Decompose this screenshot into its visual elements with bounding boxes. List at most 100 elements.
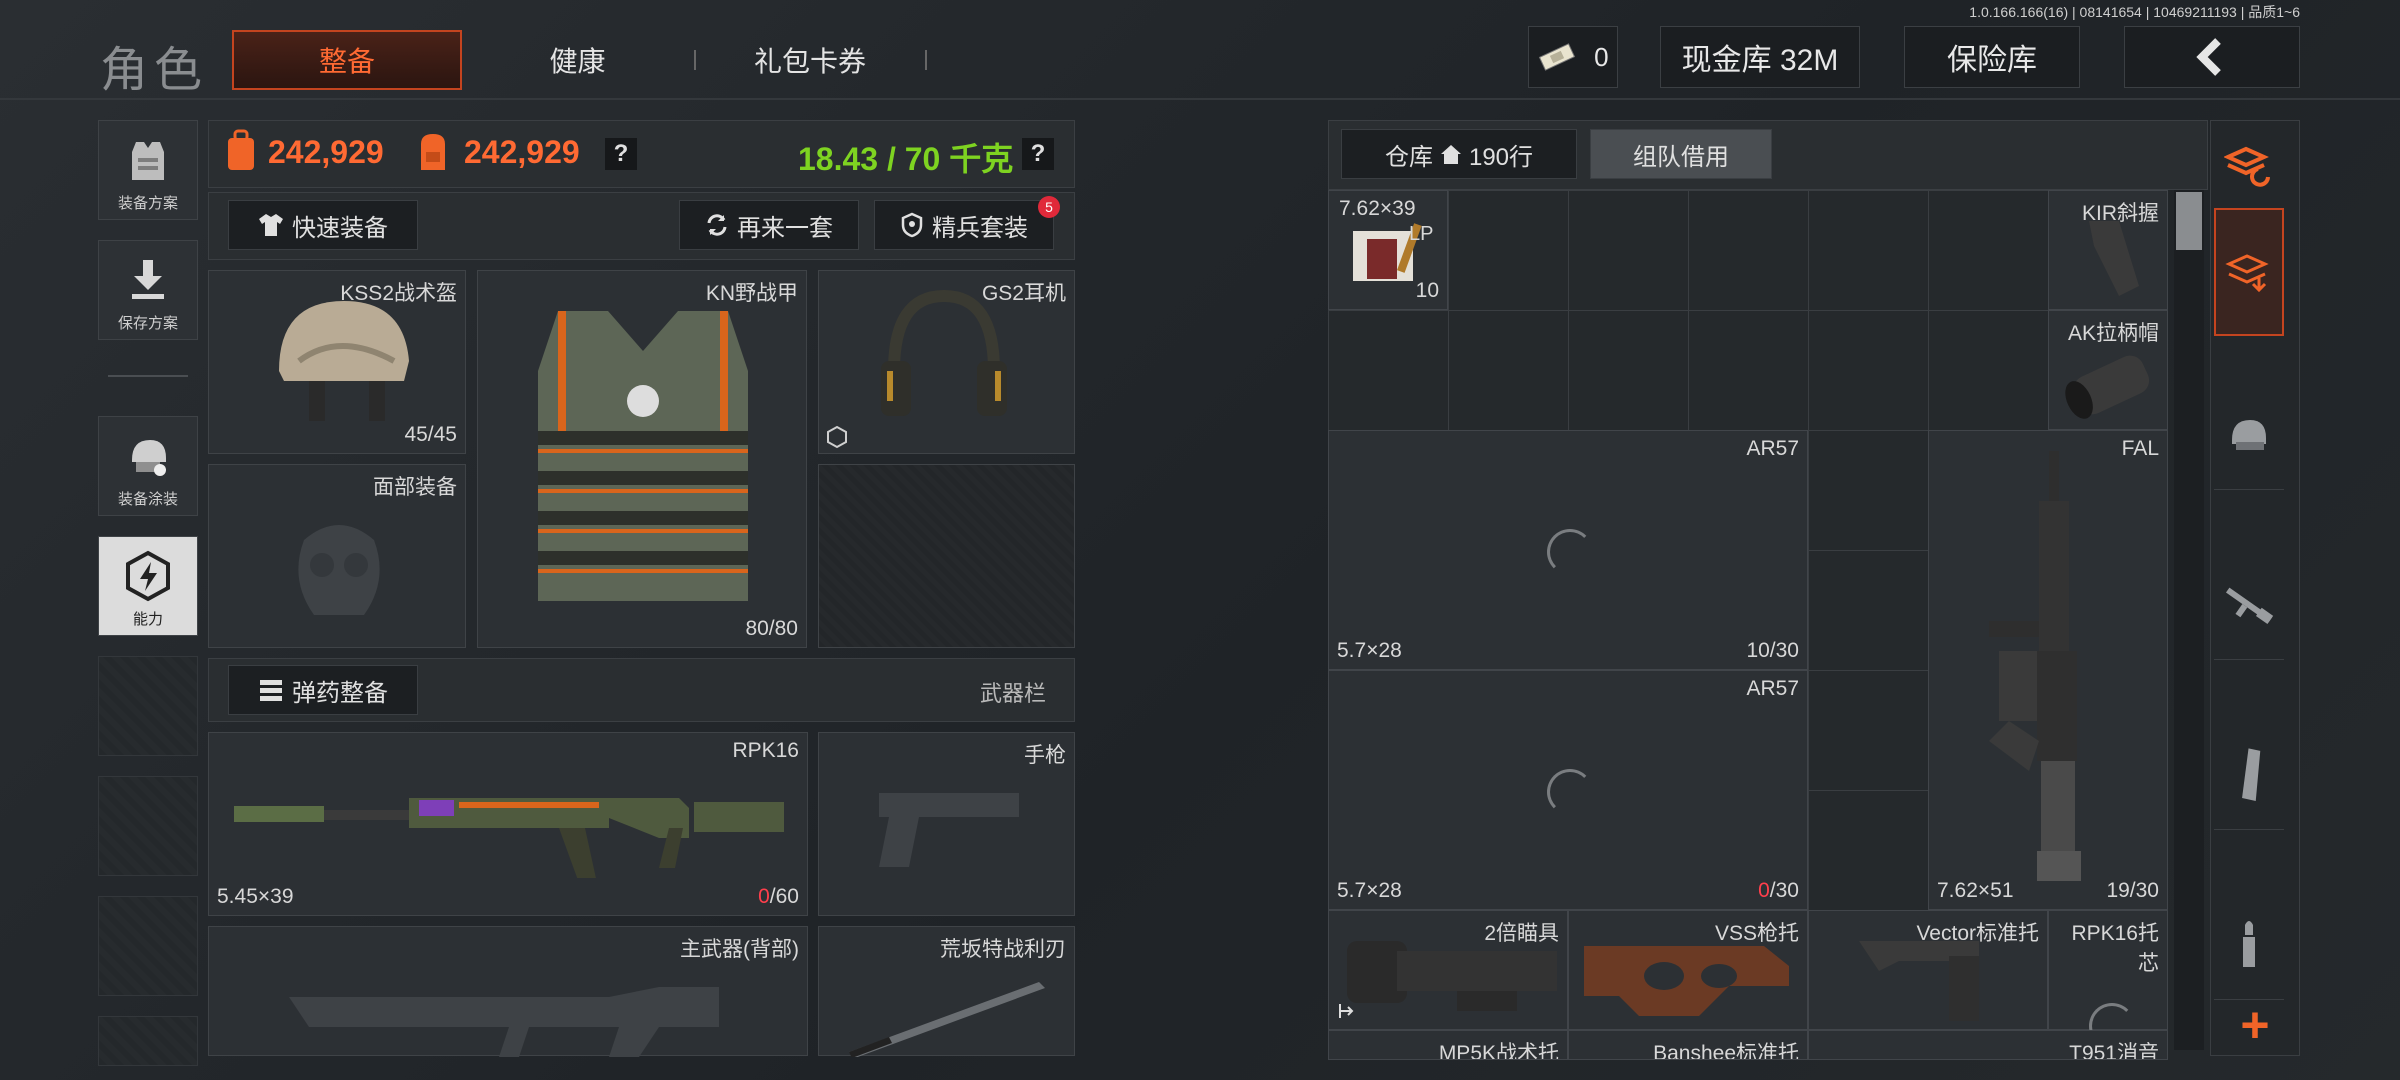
cash-icon bbox=[1539, 43, 1576, 71]
value-help-button[interactable]: ? bbox=[605, 138, 637, 170]
category-helmet[interactable] bbox=[2214, 380, 2284, 490]
stack-refresh-icon bbox=[2224, 146, 2270, 187]
t951-suppressor-item[interactable]: T951消音 bbox=[1808, 1030, 2168, 1060]
primary-weapon-slot[interactable]: RPK16 5.45×39 0/60 bbox=[208, 732, 808, 916]
tab-health[interactable]: 健康 bbox=[500, 30, 655, 90]
tab-team-borrow[interactable]: 组队借用 bbox=[1590, 129, 1772, 179]
helmet-durability: 45/45 bbox=[404, 423, 457, 446]
ar57-item-2[interactable]: AR57 5.7×28 0/30 bbox=[1328, 670, 1808, 910]
back-weapon-slot[interactable]: 主武器(背部) bbox=[208, 926, 808, 1057]
tab-gift-cards[interactable]: 礼包卡券 bbox=[720, 30, 900, 90]
scope-item[interactable]: 2倍瞄具 bbox=[1328, 910, 1568, 1030]
fal-item[interactable]: FAL 7.62×51 19/30 bbox=[1928, 430, 2168, 910]
loading-spinner-icon bbox=[1547, 769, 1593, 815]
home-icon bbox=[1440, 145, 1461, 164]
back-button[interactable] bbox=[2124, 26, 2300, 88]
sidebar-item-label: 装备涂装 bbox=[117, 491, 178, 508]
shirt-icon bbox=[259, 214, 283, 236]
pistol-slot[interactable]: 手枪 bbox=[818, 732, 1075, 916]
cube-icon bbox=[827, 425, 847, 449]
equipment-value: 242,929 bbox=[268, 134, 384, 170]
armor-vest-icon bbox=[132, 142, 164, 180]
melee-slot[interactable]: 荒坂特战利刃 bbox=[818, 926, 1075, 1057]
sidebar-item-ability[interactable]: 能力 bbox=[98, 536, 198, 636]
rpk-stock-item[interactable]: RPK16托芯 bbox=[2048, 910, 2168, 1049]
primary-weapon-ammo: 0/60 bbox=[758, 885, 799, 908]
back-weapon-label: 主武器(背部) bbox=[680, 938, 799, 961]
layers-download-icon bbox=[2225, 254, 2269, 293]
sidebar-item-skin[interactable]: 装备涂装 bbox=[98, 416, 198, 516]
page-title: 角色 bbox=[100, 44, 209, 97]
sidebar-divider bbox=[108, 375, 188, 377]
helmet-icon bbox=[2232, 419, 2266, 450]
download-icon bbox=[132, 260, 164, 299]
magazine-icon bbox=[2242, 747, 2261, 801]
pistol-label: 手枪 bbox=[1024, 744, 1066, 767]
sidebar-item-label: 保存方案 bbox=[117, 315, 178, 332]
sidebar-empty-slot bbox=[98, 776, 198, 876]
empty-gear-slot[interactable] bbox=[818, 464, 1075, 648]
headset-slot[interactable]: GS2耳机 bbox=[818, 270, 1075, 454]
weight-help-button[interactable]: ? bbox=[1022, 138, 1054, 170]
sidebar-empty-slot bbox=[98, 1016, 198, 1066]
header-divider bbox=[0, 98, 2400, 100]
category-all[interactable] bbox=[2214, 208, 2284, 336]
sidebar-empty-slot bbox=[98, 656, 198, 756]
lightning-hex-icon bbox=[126, 550, 170, 602]
weapon-bar-label: 武器栏 bbox=[980, 681, 1047, 706]
sidebar-item-loadout-plan[interactable]: 装备方案 bbox=[98, 120, 198, 220]
tab-divider bbox=[925, 50, 927, 70]
fal-rifle-image bbox=[1989, 451, 2081, 881]
currency-value: 0 bbox=[1594, 41, 1609, 72]
ammo-stack-icon bbox=[260, 680, 282, 701]
rifle-silhouette-icon bbox=[289, 987, 719, 1057]
refresh-icon bbox=[707, 214, 727, 236]
vest-image bbox=[538, 311, 748, 601]
quick-equip-button[interactable]: 快速装备 bbox=[228, 200, 418, 250]
ak-cap-item[interactable]: AK拉柄帽 bbox=[2048, 310, 2168, 430]
storage-scrollbar[interactable] bbox=[2174, 190, 2204, 1050]
face-slot[interactable]: 面部装备 bbox=[208, 464, 466, 648]
blade-image bbox=[849, 982, 1045, 1057]
elite-set-badge: 5 bbox=[1038, 196, 1060, 218]
helmet-label: KSS2战术盔 bbox=[340, 282, 457, 305]
helmet-slot[interactable]: KSS2战术盔 45/45 bbox=[208, 270, 466, 454]
tab-prepare[interactable]: 整备 bbox=[232, 30, 462, 90]
primary-weapon-caliber: 5.45×39 bbox=[217, 885, 294, 908]
rifle-image bbox=[234, 798, 784, 878]
vss-stock-item[interactable]: VSS枪托 bbox=[1568, 910, 1808, 1030]
sidebar-item-save-plan[interactable]: 保存方案 bbox=[98, 240, 198, 340]
currency-box[interactable]: 0 bbox=[1528, 26, 1618, 88]
storage-scrollbar-thumb[interactable] bbox=[2176, 192, 2202, 250]
another-set-button[interactable]: 再来一套 bbox=[679, 200, 859, 250]
ammo-item[interactable]: 7.62×39 LP 10 bbox=[1328, 190, 1448, 310]
sidebar-item-label: 装备方案 bbox=[117, 195, 178, 212]
ammo-equip-button[interactable]: 弹药整备 bbox=[228, 665, 418, 715]
ar57-item-1[interactable]: AR57 5.7×28 10/30 bbox=[1328, 430, 1808, 670]
category-rifle[interactable] bbox=[2214, 550, 2284, 660]
vest-label: KN野战甲 bbox=[705, 282, 798, 305]
face-gear-label: 面部装备 bbox=[373, 476, 457, 499]
category-ammo[interactable] bbox=[2214, 890, 2284, 1000]
add-category-button[interactable]: + bbox=[2214, 997, 2296, 1053]
category-magazine[interactable] bbox=[2214, 720, 2284, 830]
tab-warehouse[interactable]: 仓库 190行 bbox=[1341, 129, 1577, 179]
safe-box-button[interactable]: 保险库 bbox=[1904, 26, 2080, 88]
banshee-stock-item[interactable]: Banshee标准托 bbox=[1568, 1030, 1808, 1060]
elite-set-button[interactable]: 精兵套装 bbox=[874, 200, 1054, 250]
kir-grip-item[interactable]: KIR斜握 bbox=[2048, 190, 2168, 310]
vector-stock-item[interactable]: Vector标准托 bbox=[1808, 910, 2048, 1030]
mp5k-stock-item[interactable]: MP5K战术托 bbox=[1328, 1030, 1568, 1060]
cash-vault-button[interactable]: 现金库 32M bbox=[1660, 26, 1860, 88]
shield-icon bbox=[901, 212, 923, 238]
backpack-value-icon bbox=[228, 129, 254, 170]
total-value: 242,929 bbox=[464, 134, 580, 170]
weight-status: 18.43 / 70 千克 bbox=[798, 141, 1014, 177]
tab-divider bbox=[694, 50, 696, 70]
primary-weapon-label: RPK16 bbox=[732, 739, 799, 762]
headset-label: GS2耳机 bbox=[981, 282, 1066, 305]
bag-value-icon bbox=[421, 134, 445, 170]
gas-mask-icon bbox=[298, 525, 380, 615]
sort-refresh-button[interactable] bbox=[2214, 122, 2284, 212]
vest-slot[interactable]: KN野战甲 80/80 bbox=[477, 270, 807, 648]
